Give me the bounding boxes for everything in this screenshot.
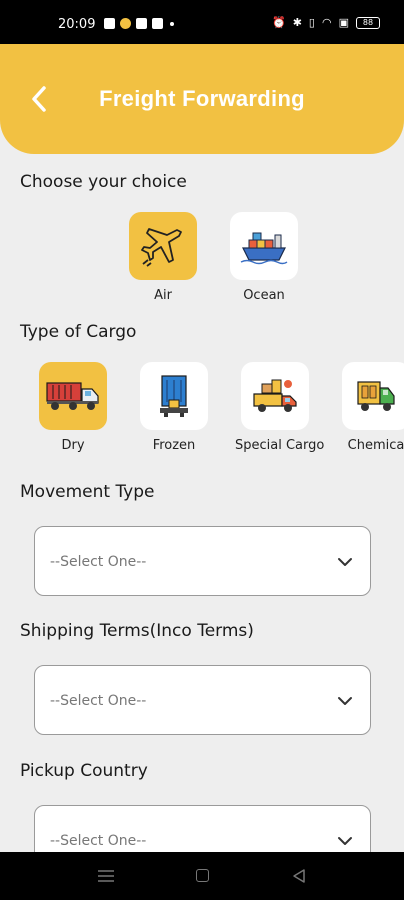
notification-icon	[152, 18, 163, 29]
airplane-icon	[141, 228, 182, 267]
shipping-terms-select[interactable]: --Select One--	[34, 665, 371, 735]
app-header: Freight Forwarding	[0, 44, 404, 154]
chevron-down-icon	[338, 697, 352, 705]
home-icon[interactable]	[196, 869, 209, 882]
chemical-truck-icon	[357, 381, 395, 411]
cargo-section-title: Type of Cargo	[20, 322, 137, 342]
chemical-tile[interactable]	[342, 362, 404, 430]
truck-icon	[46, 382, 99, 410]
bluetooth-icon: ✱	[292, 16, 302, 29]
cargo-type-list[interactable]: Dry Frozen Special Cargo Chemica	[0, 362, 404, 462]
choice-ocean-label: Ocean	[243, 288, 285, 303]
battery-icon: 88	[356, 16, 380, 29]
status-bar: 20:09 ⏰ ✱ ▯ ◠ ▣ 88	[0, 0, 404, 44]
movement-type-select[interactable]: --Select One--	[34, 526, 371, 596]
back-icon[interactable]	[291, 868, 307, 884]
choice-air-label: Air	[154, 288, 172, 303]
recent-apps-icon[interactable]	[97, 869, 115, 883]
cargo-frozen-label: Frozen	[152, 438, 196, 453]
chevron-down-icon	[338, 837, 352, 845]
choice-section-title: Choose your choice	[20, 172, 187, 192]
cargo-frozen[interactable]: Frozen	[134, 362, 214, 453]
choice-ocean[interactable]: Ocean	[224, 212, 304, 303]
notification-icons	[104, 18, 174, 29]
sim-icon: ▣	[338, 16, 349, 29]
cargo-chemical[interactable]: Chemica	[336, 362, 404, 453]
refrigerated-container-icon	[160, 375, 188, 417]
shipping-terms-section-title: Shipping Terms(Inco Terms)	[20, 621, 254, 641]
alarm-icon: ⏰	[272, 16, 286, 29]
air-tile[interactable]	[129, 212, 197, 280]
dry-tile[interactable]	[39, 362, 107, 430]
cargo-special[interactable]: Special Cargo	[235, 362, 325, 453]
shipping-terms-value: --Select One--	[50, 693, 147, 709]
more-notifications-icon	[170, 21, 174, 26]
notification-icon	[136, 18, 147, 29]
notification-icon	[104, 18, 115, 29]
pickup-country-value: --Select One--	[50, 833, 147, 849]
cargo-special-label: Special Cargo	[235, 438, 325, 453]
frozen-tile[interactable]	[140, 362, 208, 430]
cargo-dry-label: Dry	[61, 438, 85, 453]
vibrate-icon: ▯	[308, 16, 315, 29]
delivery-truck-icon	[253, 379, 297, 412]
chevron-down-icon	[338, 558, 352, 566]
page-title: Freight Forwarding	[99, 86, 305, 111]
status-time: 20:09	[58, 17, 96, 32]
pickup-country-section-title: Pickup Country	[20, 761, 148, 781]
movement-section-title: Movement Type	[20, 482, 155, 502]
cargo-ship-icon	[240, 232, 288, 265]
cargo-chemical-label: Chemica	[347, 438, 404, 453]
wifi-icon: ◠	[321, 16, 332, 29]
choice-air[interactable]: Air	[123, 212, 203, 303]
movement-type-value: --Select One--	[50, 554, 147, 570]
ocean-tile[interactable]	[230, 212, 298, 280]
special-cargo-tile[interactable]	[241, 362, 309, 430]
app-notification-icon	[120, 18, 131, 29]
system-nav-bar	[0, 852, 404, 900]
system-icons: ⏰ ✱ ▯ ◠ ▣ 88	[272, 16, 380, 29]
cargo-dry[interactable]: Dry	[33, 362, 113, 453]
